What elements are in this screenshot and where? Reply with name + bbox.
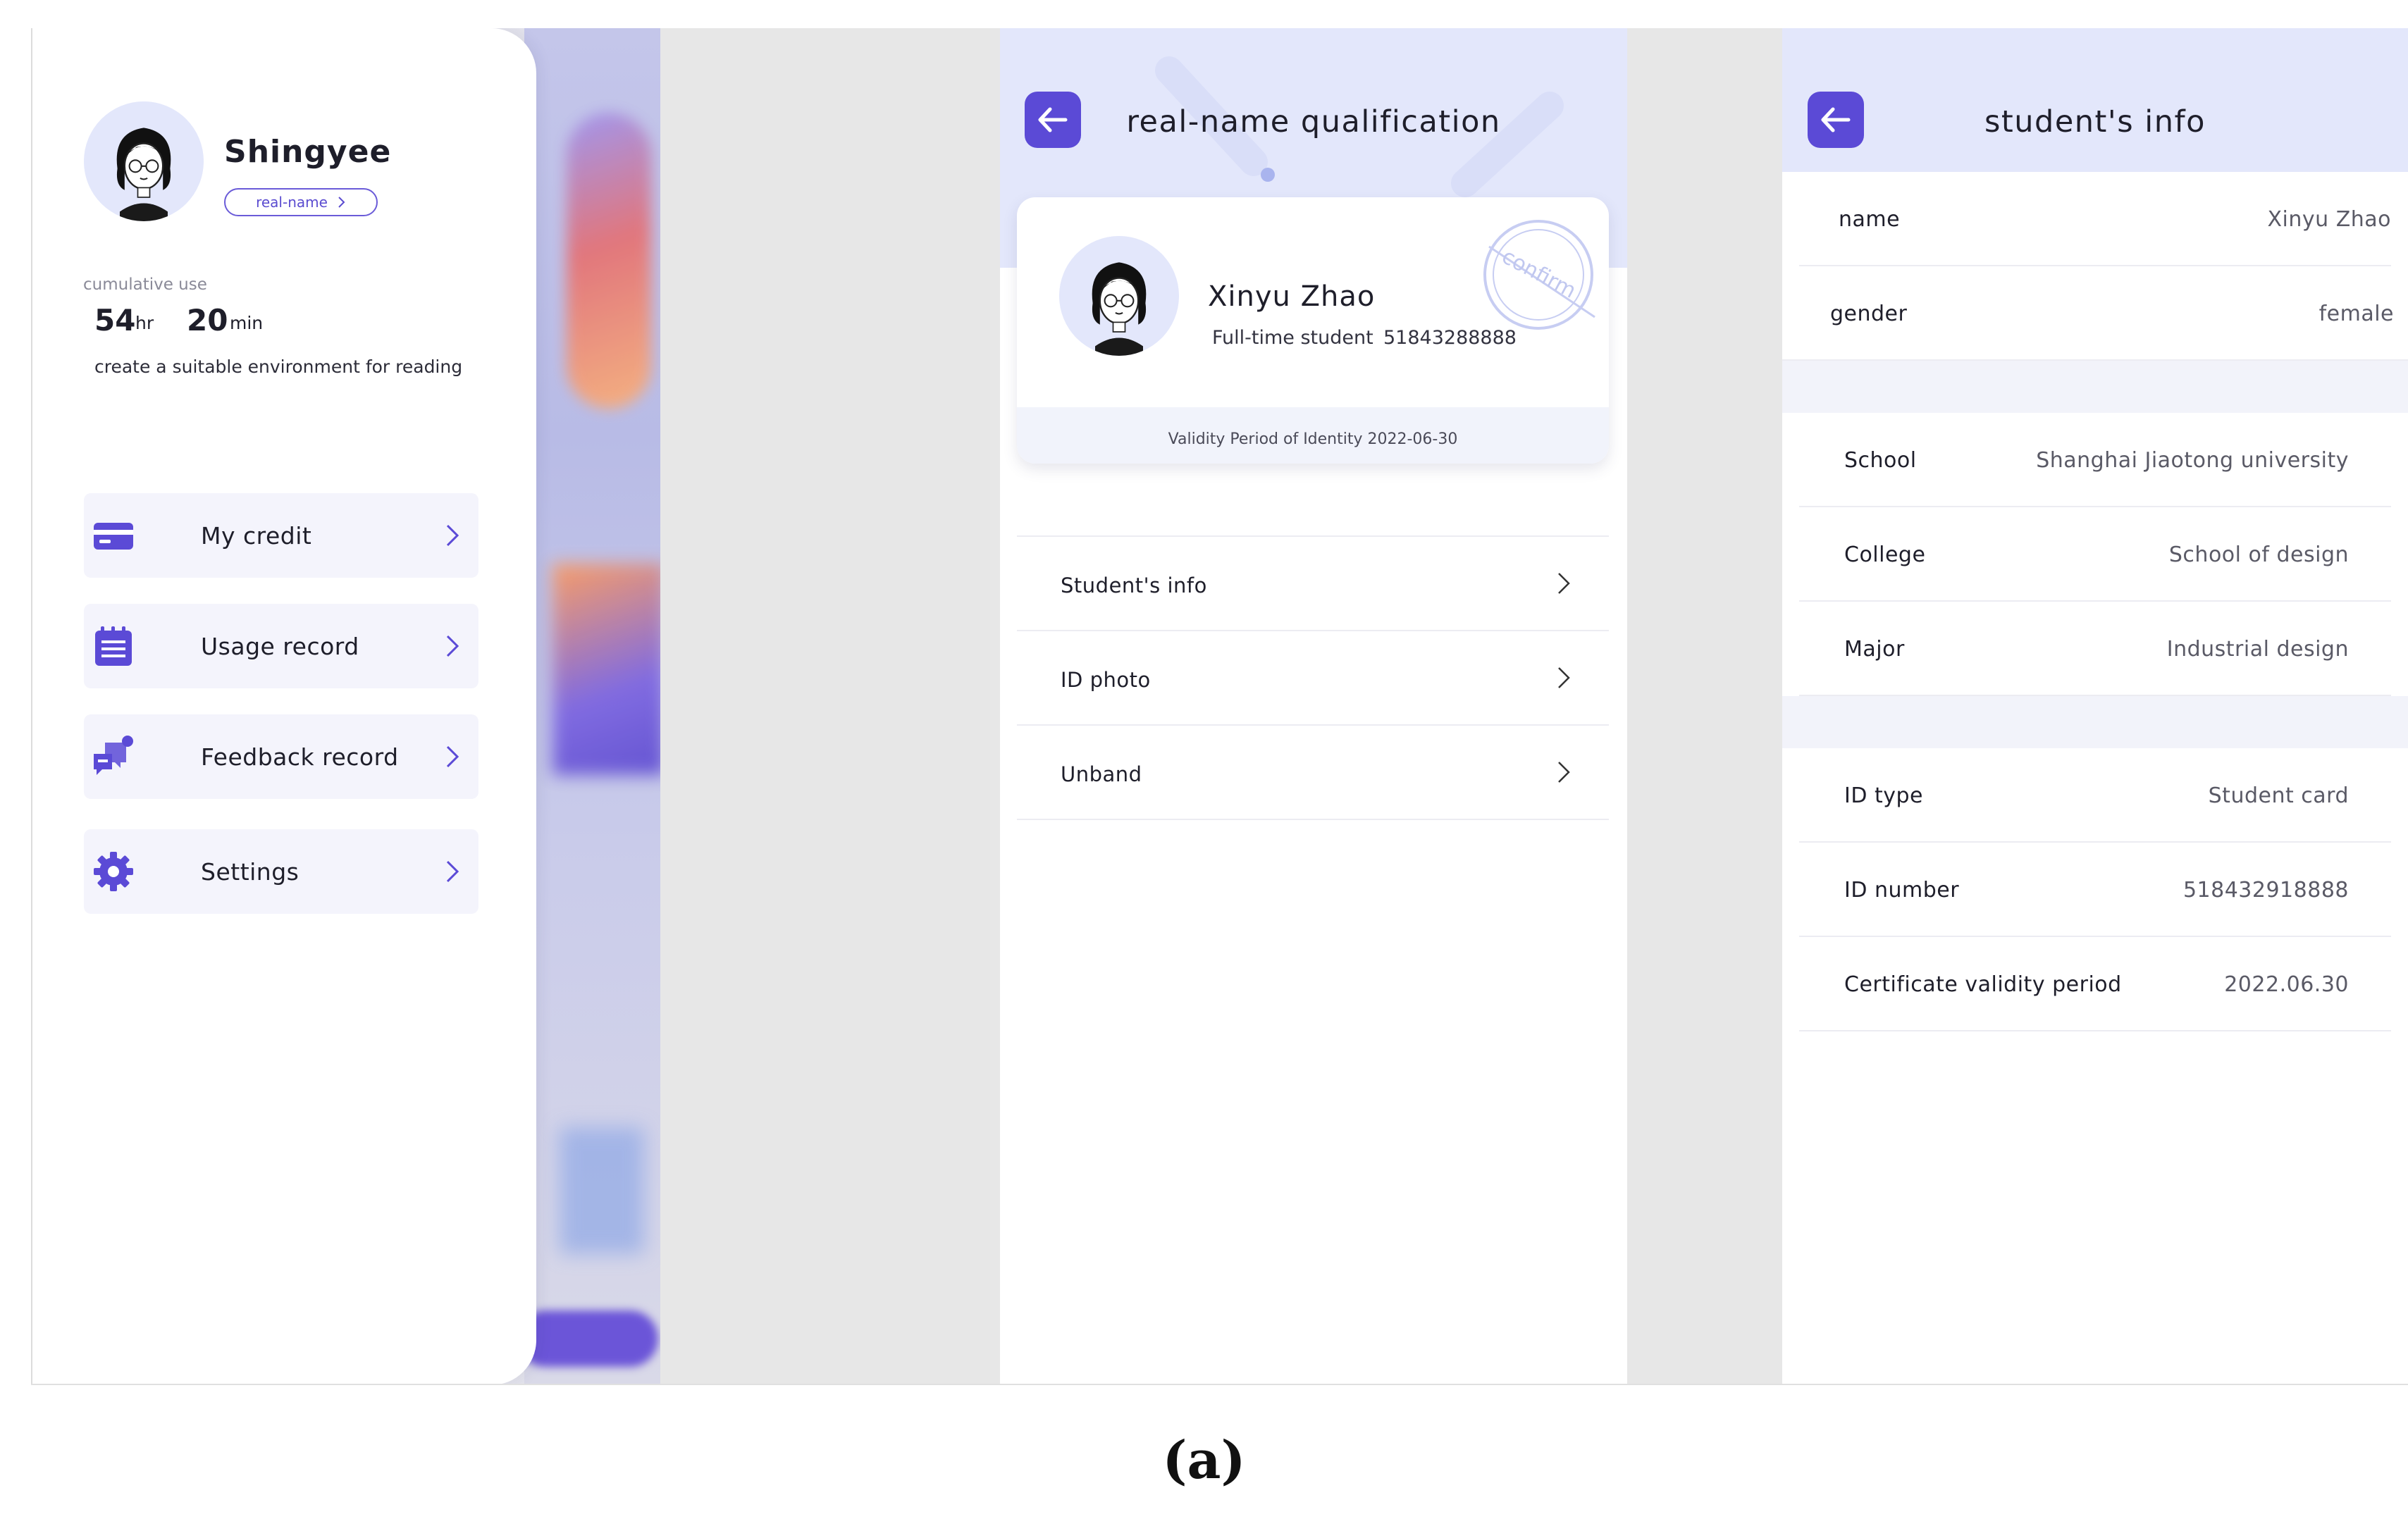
info-key: School <box>1844 448 1917 473</box>
drawer-panel: Shingyee real-name cumulative use 54 hr … <box>31 28 660 1385</box>
info-key: ID number <box>1844 878 1960 903</box>
figure-border <box>31 1384 2408 1385</box>
info-value: Student card <box>2208 783 2349 808</box>
student-name: Xinyu Zhao <box>1208 280 1376 313</box>
menu-item-my-credit[interactable]: My credit <box>84 493 478 578</box>
menu-item-label: My credit <box>201 521 312 550</box>
info-row-school: School Shanghai Jiaotong university <box>1799 413 2391 507</box>
calendar-list-icon <box>95 626 132 666</box>
cumulative-use-label: cumulative use <box>83 275 207 294</box>
info-key: Certificate validity period <box>1844 972 2122 997</box>
chevron-right-icon <box>446 524 459 547</box>
info-row-gender: gender female <box>1782 266 2408 361</box>
stamp-text: confirm <box>1498 244 1580 304</box>
info-key: ID type <box>1844 783 1924 808</box>
info-row-certificate-validity: Certificate validity period 2022.06.30 <box>1799 937 2391 1031</box>
blurred-background-shape <box>567 113 651 409</box>
minutes-value: 20 <box>187 303 228 337</box>
student-type: Full-time student <box>1212 327 1373 349</box>
tagline: create a suitable environment for readin… <box>94 356 463 377</box>
info-row-major: Major Industrial design <box>1799 602 2391 696</box>
chevron-right-icon <box>338 197 345 208</box>
info-value: Industrial design <box>2166 637 2349 662</box>
credit-card-icon <box>94 523 133 550</box>
section-separator <box>1782 696 2408 748</box>
row-students-info[interactable]: Student's info <box>1017 537 1609 631</box>
menu-item-feedback-record[interactable]: Feedback record <box>84 714 478 799</box>
info-key: Major <box>1844 637 1905 662</box>
figure-caption: (a) <box>1162 1430 1246 1491</box>
real-name-qualification-screen: real-name qualification Xinyu Zhao Full-… <box>1000 28 1627 1385</box>
menu-item-usage-record[interactable]: Usage record <box>84 604 478 688</box>
validity-text: Validity Period of Identity 2022-06-30 <box>1168 430 1458 448</box>
gear-icon <box>94 852 133 891</box>
blurred-background-button <box>517 1310 658 1367</box>
side-drawer: Shingyee real-name cumulative use 54 hr … <box>31 28 536 1385</box>
panel-gap <box>660 28 1000 1385</box>
minutes-unit: min <box>230 313 264 333</box>
chevron-right-icon <box>446 635 459 657</box>
avatar[interactable] <box>84 101 204 221</box>
figure-border <box>31 28 32 1385</box>
real-name-button[interactable]: real-name <box>224 188 378 216</box>
chevron-right-icon <box>1558 573 1570 594</box>
chevron-right-icon <box>446 745 459 768</box>
identity-card: Xinyu Zhao Full-time student 51843288888… <box>1017 197 1609 464</box>
row-label: ID photo <box>1061 668 1151 692</box>
row-unband[interactable]: Unband <box>1017 726 1609 820</box>
section-separator <box>1782 361 2408 413</box>
user-avatar-icon <box>1059 236 1179 356</box>
page-title: real-name qualification <box>1126 104 1501 140</box>
feedback-chat-icon <box>94 736 133 775</box>
students-info-screen: student's info name Xinyu Zhao gender fe… <box>1782 28 2408 1385</box>
menu-item-label: Feedback record <box>201 743 399 771</box>
panel-gap <box>1627 28 1782 1385</box>
info-key: gender <box>1830 302 1908 326</box>
real-name-label: real-name <box>256 194 328 211</box>
page-title: student's info <box>1984 104 2206 140</box>
info-value: 518432918888 <box>2182 878 2349 903</box>
header-background <box>1782 28 2408 172</box>
confirm-stamp-icon: confirm <box>1483 220 1595 330</box>
info-row-id-type: ID type Student card <box>1799 748 2391 843</box>
info-key: name <box>1839 207 1901 232</box>
menu-item-label: Settings <box>201 857 300 886</box>
blurred-background-shape <box>552 564 660 775</box>
blurred-background-shape <box>560 1127 644 1254</box>
chevron-right-icon <box>446 860 459 883</box>
row-label: Student's info <box>1061 574 1207 597</box>
info-row-college: College School of design <box>1799 507 2391 602</box>
info-value: School of design <box>2168 542 2349 567</box>
info-value: 2022.06.30 <box>2224 972 2349 997</box>
chevron-right-icon <box>1558 762 1570 783</box>
hours-value: 54 <box>94 303 136 337</box>
info-value: Shanghai Jiaotong university <box>2036 448 2349 473</box>
info-key: College <box>1844 542 1926 567</box>
row-id-photo[interactable]: ID photo <box>1017 631 1609 726</box>
avatar <box>1059 236 1179 356</box>
user-avatar-icon <box>84 101 204 221</box>
user-name: Shingyee <box>224 134 392 170</box>
info-value: Xinyu Zhao <box>2267 207 2391 232</box>
menu-item-label: Usage record <box>201 632 359 660</box>
hours-unit: hr <box>135 313 154 333</box>
info-row-id-number: ID number 518432918888 <box>1799 843 2391 937</box>
info-row-name: name Xinyu Zhao <box>1799 172 2391 266</box>
menu-item-settings[interactable]: Settings <box>84 829 478 914</box>
row-label: Unband <box>1061 762 1142 786</box>
chevron-right-icon <box>1558 667 1570 688</box>
info-value: female <box>2319 302 2394 326</box>
